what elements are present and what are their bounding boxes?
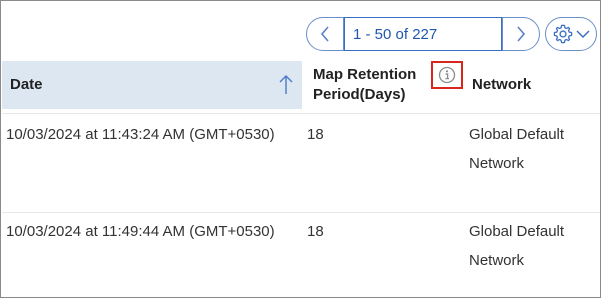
chevron-down-icon bbox=[576, 30, 590, 39]
table-header: Date Map Retention Period(Days) Network bbox=[2, 61, 600, 109]
retention-info-button[interactable] bbox=[431, 61, 463, 89]
column-label-retention: Map Retention Period(Days) bbox=[313, 66, 417, 103]
info-icon bbox=[438, 66, 456, 84]
gear-icon bbox=[553, 24, 573, 44]
cell-date: 10/03/2024 at 11:43:24 AM (GMT+0530) bbox=[6, 126, 275, 143]
chevron-right-icon bbox=[517, 26, 526, 42]
cell-retention: 18 bbox=[307, 126, 324, 143]
previous-page-button[interactable] bbox=[306, 17, 344, 51]
next-page-button[interactable] bbox=[502, 17, 540, 51]
cell-date: 10/03/2024 at 11:49:44 AM (GMT+0530) bbox=[6, 223, 275, 240]
column-header-date[interactable]: Date bbox=[2, 61, 302, 109]
table-panel: 1 - 50 of 227 Date Map Retention Period(… bbox=[0, 0, 601, 298]
column-header-network[interactable]: Network bbox=[472, 76, 531, 93]
sort-ascending-icon[interactable] bbox=[278, 74, 294, 96]
page-range-text: 1 - 50 of 227 bbox=[353, 25, 438, 43]
cell-network: Global Default Network bbox=[469, 223, 565, 269]
cell-network: Global Default Network bbox=[469, 126, 565, 172]
column-header-retention[interactable]: Map Retention Period(Days) bbox=[313, 65, 431, 105]
page-range-field[interactable]: 1 - 50 of 227 bbox=[344, 17, 502, 51]
cell-retention: 18 bbox=[307, 223, 324, 240]
column-label-network: Network bbox=[472, 76, 532, 93]
pagination: 1 - 50 of 227 bbox=[306, 17, 540, 51]
chevron-left-icon bbox=[320, 26, 329, 42]
row-divider bbox=[2, 212, 600, 213]
settings-button[interactable] bbox=[545, 17, 597, 51]
column-label-date: Date bbox=[10, 76, 43, 93]
header-divider bbox=[2, 113, 600, 114]
